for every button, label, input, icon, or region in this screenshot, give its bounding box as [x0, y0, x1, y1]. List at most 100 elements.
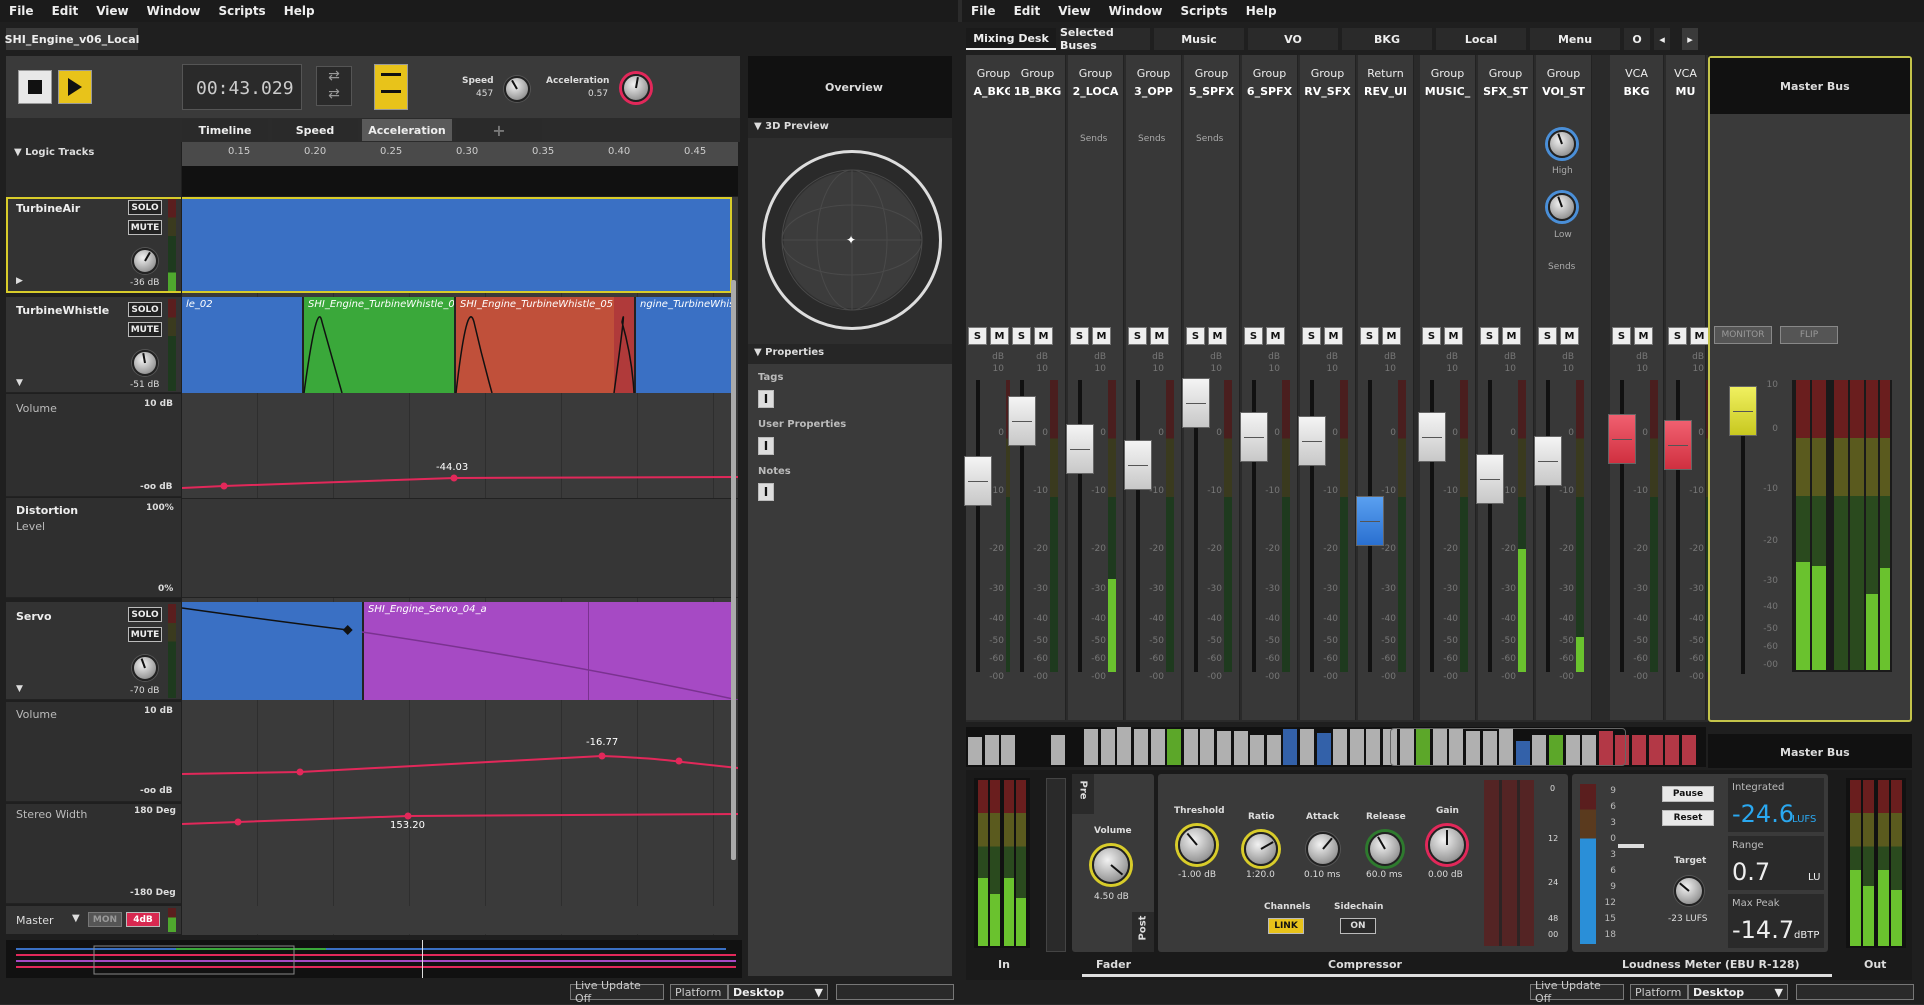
time-format-toggle[interactable]: ⇄ ⇄: [316, 66, 352, 106]
menu-edit[interactable]: Edit: [1005, 4, 1050, 18]
strip-fader[interactable]: [1124, 440, 1152, 490]
ratio-knob[interactable]: [1244, 832, 1278, 866]
mute-button[interactable]: MUTE: [128, 322, 162, 337]
sidechain-on-button[interactable]: ON: [1340, 918, 1376, 934]
user-props-edit-icon[interactable]: I: [758, 437, 774, 455]
track-volume-knob[interactable]: [132, 350, 158, 376]
mixer-tab-bkg[interactable]: BKG: [1342, 28, 1432, 50]
strip-solo-button[interactable]: S: [1244, 327, 1263, 345]
strip-solo-button[interactable]: S: [1480, 327, 1499, 345]
track-expand-icon[interactable]: ▶: [16, 276, 23, 286]
link-button[interactable]: LINK: [1268, 918, 1304, 934]
strip-fader[interactable]: [1240, 412, 1268, 462]
overview-viewport[interactable]: [1390, 728, 1626, 766]
track-volume-knob[interactable]: [132, 248, 158, 274]
strip-mute-button[interactable]: M: [1150, 327, 1169, 345]
mute-button[interactable]: MUTE: [128, 627, 162, 642]
strip-solo-button[interactable]: S: [1612, 327, 1631, 345]
strip-fader[interactable]: [1534, 436, 1562, 486]
tab-scroll-left-icon[interactable]: ◂: [1654, 28, 1670, 50]
mixer-tab-menu[interactable]: Menu: [1530, 28, 1620, 50]
strip-fader[interactable]: [964, 456, 992, 506]
tab-scroll-right-icon[interactable]: ▸: [1682, 28, 1698, 50]
accel-knob[interactable]: [622, 74, 650, 102]
menu-window[interactable]: Window: [138, 4, 210, 18]
speed-knob[interactable]: [504, 76, 530, 102]
strip-fader[interactable]: [1476, 454, 1504, 504]
release-knob[interactable]: [1368, 832, 1402, 866]
track-collapse-icon[interactable]: ▼: [16, 378, 23, 388]
strip-mute-button[interactable]: M: [1092, 327, 1111, 345]
live-update-button[interactable]: Live Update Off: [570, 979, 664, 1005]
strip-fader[interactable]: [1066, 424, 1094, 474]
mixer-tab-local[interactable]: Local: [1436, 28, 1526, 50]
strip-solo-button[interactable]: S: [1012, 327, 1031, 345]
notes-edit-icon[interactable]: I: [758, 483, 774, 501]
strip-solo-button[interactable]: S: [1302, 327, 1321, 345]
menu-window[interactable]: Window: [1100, 4, 1172, 18]
strip-fader[interactable]: [1298, 416, 1326, 466]
menu-edit[interactable]: Edit: [43, 4, 88, 18]
eq-high-knob[interactable]: [1548, 130, 1576, 158]
menu-view[interactable]: View: [1049, 4, 1099, 18]
volume-knob[interactable]: [1092, 846, 1130, 884]
monitor-button[interactable]: MONITOR: [1714, 326, 1772, 344]
strip-fader[interactable]: [1608, 414, 1636, 464]
pre-tab[interactable]: Pre: [1072, 774, 1094, 814]
tab-acceleration[interactable]: Acceleration: [362, 119, 452, 141]
master-db-button[interactable]: 4dB: [126, 912, 160, 927]
event-tab[interactable]: SHI_Engine_v06_Local: [5, 28, 139, 50]
solo-button[interactable]: SOLO: [128, 302, 162, 317]
stop-button[interactable]: [18, 70, 52, 104]
tags-edit-icon[interactable]: I: [758, 390, 774, 408]
region-turbineair[interactable]: [182, 197, 732, 293]
strip-mute-button[interactable]: M: [1208, 327, 1227, 345]
strip-solo-button[interactable]: S: [1538, 327, 1557, 345]
reset-button[interactable]: Reset: [1662, 810, 1714, 826]
strip-fader[interactable]: [1664, 420, 1692, 470]
strip-mute-button[interactable]: M: [1690, 327, 1709, 345]
menu-file[interactable]: File: [0, 4, 43, 18]
menu-scripts[interactable]: Scripts: [209, 4, 274, 18]
strip-mute-button[interactable]: M: [1382, 327, 1401, 345]
menu-help[interactable]: Help: [1237, 4, 1286, 18]
menu-file[interactable]: File: [962, 4, 1005, 18]
mixer-tab-vo[interactable]: VO: [1248, 28, 1338, 50]
pause-button[interactable]: Pause: [1662, 786, 1714, 802]
strip-mute-button[interactable]: M: [990, 327, 1009, 345]
track-volume-knob[interactable]: [132, 655, 158, 681]
platform-select[interactable]: Desktop ▼: [1688, 984, 1788, 1000]
fx-scrollbar[interactable]: [1082, 974, 1832, 977]
mute-button[interactable]: MUTE: [128, 220, 162, 235]
strip-fader[interactable]: [1182, 378, 1210, 428]
live-update-button[interactable]: Live Update Off: [1530, 979, 1624, 1005]
tab-add[interactable]: +: [456, 119, 542, 141]
mixer-tab-o[interactable]: O: [1624, 28, 1650, 50]
track-collapse-icon[interactable]: ▼: [16, 684, 23, 694]
servo-volume-curve[interactable]: [182, 702, 738, 802]
menu-scripts[interactable]: Scripts: [1171, 4, 1236, 18]
strip-fader[interactable]: [1418, 412, 1446, 462]
strip-solo-button[interactable]: S: [1360, 327, 1379, 345]
strip-solo-button[interactable]: S: [1422, 327, 1441, 345]
vertical-scrollbar[interactable]: [731, 280, 736, 860]
strip-mute-button[interactable]: M: [1324, 327, 1343, 345]
strip-mute-button[interactable]: M: [1266, 327, 1285, 345]
strip-solo-button[interactable]: S: [968, 327, 987, 345]
strip-solo-button[interactable]: S: [1186, 327, 1205, 345]
loop-button[interactable]: [374, 64, 408, 110]
play-button[interactable]: [58, 70, 92, 104]
strip-solo-button[interactable]: S: [1070, 327, 1089, 345]
menu-help[interactable]: Help: [275, 4, 324, 18]
mixer-tab-mixing-desk[interactable]: Mixing Desk: [966, 28, 1056, 50]
listener-icon[interactable]: ✦: [846, 233, 856, 247]
timeline-ruler[interactable]: 0.15 0.20 0.25 0.30 0.35 0.40 0.45: [182, 142, 738, 166]
stereo-width-curve[interactable]: [182, 804, 738, 904]
strip-mute-button[interactable]: M: [1034, 327, 1053, 345]
master-fader[interactable]: [1729, 386, 1757, 436]
strip-fader[interactable]: [1356, 496, 1384, 546]
strip-fader[interactable]: [1008, 396, 1036, 446]
gain-knob[interactable]: [1428, 826, 1466, 864]
mixer-tab-selected-buses[interactable]: Selected Buses: [1060, 28, 1150, 50]
strip-mute-button[interactable]: M: [1634, 327, 1653, 345]
